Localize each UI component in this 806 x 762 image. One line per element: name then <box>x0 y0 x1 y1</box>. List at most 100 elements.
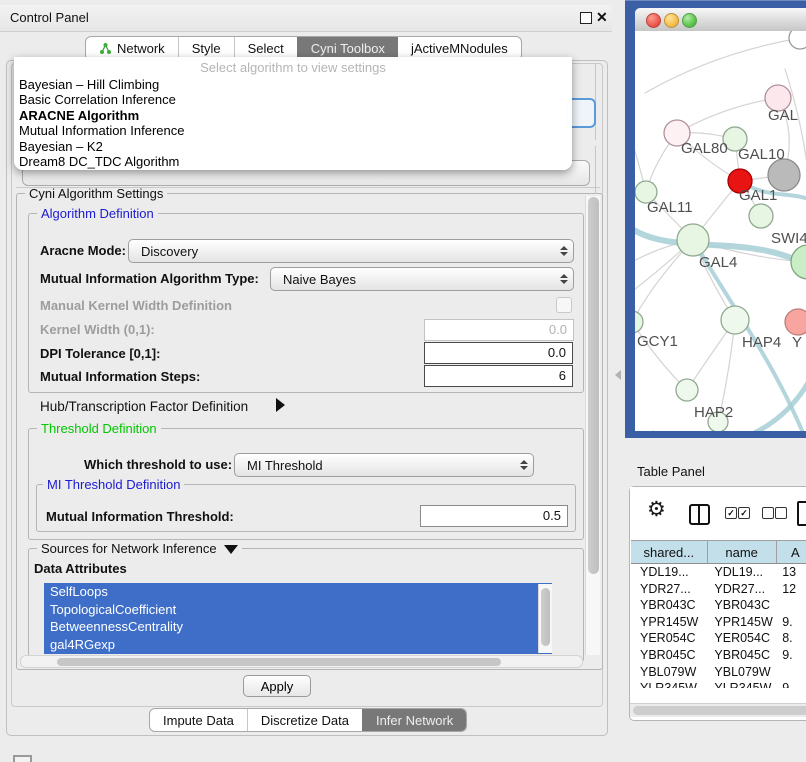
tab-impute-data[interactable]: Impute Data <box>150 709 247 731</box>
table-cell: YPR145W <box>631 614 706 631</box>
algorithm-option[interactable]: Basic Correlation Inference <box>14 92 572 107</box>
kernel-width-label: Kernel Width (0,1): <box>40 322 155 337</box>
network-window-titlebar[interactable] <box>635 8 806 32</box>
network-node[interactable] <box>635 311 643 333</box>
split-columns-icon[interactable] <box>689 504 710 525</box>
table-cell: YER054C <box>706 630 774 647</box>
column-header[interactable]: A <box>777 541 806 563</box>
network-node[interactable] <box>676 379 698 401</box>
table-cell: YDR27... <box>631 581 706 598</box>
algorithm-option[interactable]: Bayesian – Hill Climbing <box>14 77 572 92</box>
table-row[interactable]: YLR345WYLR345W9. <box>631 680 806 688</box>
table-cell: 9. <box>774 614 806 631</box>
network-graph: GALGAL80GAL10GAL1GAL11GAL4SWI4GCY1HAP4YH… <box>635 31 806 431</box>
algorithm-option[interactable]: Bayesian – K2 <box>14 139 572 154</box>
node-table: shared...nameA YDL19...YDL19...13YDR27..… <box>631 540 806 688</box>
checked-checkbox-icon[interactable]: ✓ <box>738 507 750 519</box>
tab-label: Cyni Toolbox <box>311 41 385 56</box>
mi-type-combobox[interactable]: Naive Bayes <box>270 267 574 291</box>
new-table-icon[interactable] <box>797 501 806 526</box>
network-node[interactable] <box>749 204 773 228</box>
table-row[interactable]: YER054CYER054C8. <box>631 630 806 647</box>
zoom-traffic-light-icon[interactable] <box>682 13 697 28</box>
table-row[interactable]: YDL19...YDL19...13 <box>631 564 806 581</box>
algorithm-option[interactable]: Dream8 DC_TDC Algorithm <box>14 154 572 169</box>
tab-label: Style <box>192 41 221 56</box>
tab-label: Select <box>248 41 284 56</box>
which-threshold-value: MI Threshold <box>235 458 515 473</box>
column-header[interactable]: shared... <box>631 541 708 563</box>
settings-vertical-scrollbar[interactable] <box>585 196 600 655</box>
network-node[interactable] <box>785 309 806 335</box>
which-threshold-combobox[interactable]: MI Threshold <box>234 453 534 477</box>
table-cell: YLR345W <box>706 680 774 688</box>
unchecked-checkbox-icon[interactable] <box>762 507 774 519</box>
node-label: HAP4 <box>742 334 781 351</box>
checked-checkbox-icon[interactable]: ✓ <box>725 507 737 519</box>
data-attributes-label: Data Attributes <box>34 561 127 576</box>
sources-group-title: Sources for Network Inference <box>37 541 242 556</box>
node-label: GAL <box>768 107 798 124</box>
table-cell: YBL079W <box>631 664 706 681</box>
node-label: Y <box>792 334 802 351</box>
algorithm-list: Bayesian – Hill ClimbingBasic Correlatio… <box>14 77 572 169</box>
table-panel-title: Table Panel <box>637 464 705 479</box>
table-cell: YDL19... <box>706 564 774 581</box>
algorithm-placeholder: Select algorithm to view settings <box>14 57 572 77</box>
algorithm-option[interactable]: ARACNE Algorithm <box>14 108 572 123</box>
tab-label: Discretize Data <box>261 713 349 728</box>
network-canvas[interactable]: GALGAL80GAL10GAL1GAL11GAL4SWI4GCY1HAP4YH… <box>635 31 806 431</box>
table-row[interactable]: YPR145WYPR145W9. <box>631 614 806 631</box>
table-cell: YBR045C <box>631 647 706 664</box>
mi-steps-input[interactable]: 6 <box>424 365 573 387</box>
table-header-row: shared...nameA <box>631 540 806 564</box>
algorithm-dropdown-popup: Select algorithm to view settings Bayesi… <box>14 57 572 170</box>
table-row[interactable]: YBR045CYBR045C9. <box>631 647 806 664</box>
table-row[interactable]: YBR043CYBR043C <box>631 597 806 614</box>
attribute-list-item[interactable]: gal4RGexp <box>44 636 552 654</box>
mi-threshold-input[interactable]: 0.5 <box>420 505 568 527</box>
kernel-width-input: 0.0 <box>424 319 574 341</box>
algorithm-option[interactable]: Mutual Information Inference <box>14 123 572 138</box>
minimized-panel-chip[interactable] <box>13 755 32 762</box>
splitter-collapse-icon[interactable] <box>615 370 621 380</box>
table-cell: YBL079W <box>706 664 774 681</box>
attribute-list-item[interactable]: TopologicalCoefficient <box>44 601 552 619</box>
tab-infer-network[interactable]: Infer Network <box>362 709 466 731</box>
aracne-mode-value: Discovery <box>129 244 555 259</box>
table-cell: YDL19... <box>631 564 706 581</box>
combo-arrows-icon <box>515 460 533 470</box>
expand-right-icon[interactable] <box>276 398 285 412</box>
close-traffic-light-icon[interactable] <box>646 13 661 28</box>
node-label: SWI4 <box>771 230 806 247</box>
table-row[interactable]: YBL079WYBL079W <box>631 664 806 681</box>
column-header[interactable]: name <box>708 541 777 563</box>
collapse-down-icon[interactable] <box>224 545 238 554</box>
dpi-tolerance-input[interactable]: 0.0 <box>424 342 573 364</box>
network-node[interactable] <box>789 31 806 49</box>
minimize-traffic-light-icon[interactable] <box>664 13 679 28</box>
mi-type-label: Mutual Information Algorithm Type: <box>40 271 259 286</box>
apply-button[interactable]: Apply <box>243 675 311 697</box>
tab-label: Impute Data <box>163 713 234 728</box>
data-attributes-list[interactable]: SelfLoopsTopologicalCoefficientBetweenne… <box>44 583 552 654</box>
attribute-list-item[interactable]: BetweennessCentrality <box>44 618 552 636</box>
unchecked-checkbox-icon[interactable] <box>775 507 787 519</box>
network-node[interactable] <box>721 306 749 334</box>
attribute-list-item[interactable]: SelfLoops <box>44 583 552 601</box>
settings-horizontal-scrollbar[interactable] <box>20 655 583 668</box>
manual-kernel-checkbox[interactable] <box>556 297 572 313</box>
attributes-scrollbar[interactable] <box>538 584 552 653</box>
node-label: GAL80 <box>681 140 728 157</box>
table-horizontal-scrollbar[interactable] <box>630 703 806 717</box>
tab-discretize-data[interactable]: Discretize Data <box>247 709 362 731</box>
network-node[interactable] <box>677 224 709 256</box>
close-icon[interactable]: ✕ <box>596 9 608 26</box>
network-edge[interactable] <box>677 98 778 133</box>
gear-icon[interactable]: ⚙ <box>647 497 666 521</box>
float-window-icon[interactable] <box>580 12 592 24</box>
network-node[interactable] <box>791 245 806 279</box>
aracne-mode-combobox[interactable]: Discovery <box>128 239 574 263</box>
hub-definition-label[interactable]: Hub/Transcription Factor Definition <box>40 399 248 414</box>
table-row[interactable]: YDR27...YDR27...12 <box>631 581 806 598</box>
